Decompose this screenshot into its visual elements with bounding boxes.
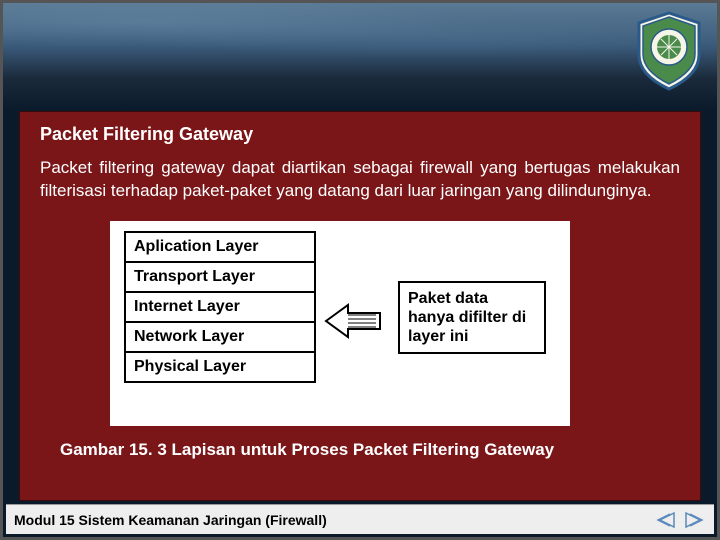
header-texture — [3, 3, 717, 68]
figure-caption: Gambar 15. 3 Lapisan untuk Proses Packet… — [60, 440, 680, 460]
body-paragraph: Packet filtering gateway dapat diartikan… — [40, 157, 680, 203]
layer-cell: Aplication Layer — [124, 231, 316, 263]
emblem-logo — [633, 11, 705, 91]
annotation-box: Paket data hanya difilter di layer ini — [398, 281, 546, 355]
content-area: Packet Filtering Gateway Packet filterin… — [19, 111, 701, 501]
next-button[interactable] — [682, 510, 706, 530]
layer-cell: Internet Layer — [124, 291, 316, 323]
slide-header — [3, 3, 717, 111]
section-heading: Packet Filtering Gateway — [40, 124, 680, 145]
layers-stack: Aplication Layer Transport Layer Interne… — [124, 231, 316, 381]
nav-controls — [654, 510, 706, 530]
footer-label: Modul 15 Sistem Keamanan Jaringan (Firew… — [14, 512, 654, 528]
slide: Packet Filtering Gateway Packet filterin… — [0, 0, 720, 540]
slide-footer: Modul 15 Sistem Keamanan Jaringan (Firew… — [6, 504, 714, 534]
layer-cell: Network Layer — [124, 321, 316, 353]
figure-diagram: Aplication Layer Transport Layer Interne… — [110, 221, 570, 426]
layer-cell: Physical Layer — [124, 351, 316, 383]
layer-cell: Transport Layer — [124, 261, 316, 293]
arrow-left-icon — [324, 301, 384, 341]
prev-button[interactable] — [654, 510, 678, 530]
